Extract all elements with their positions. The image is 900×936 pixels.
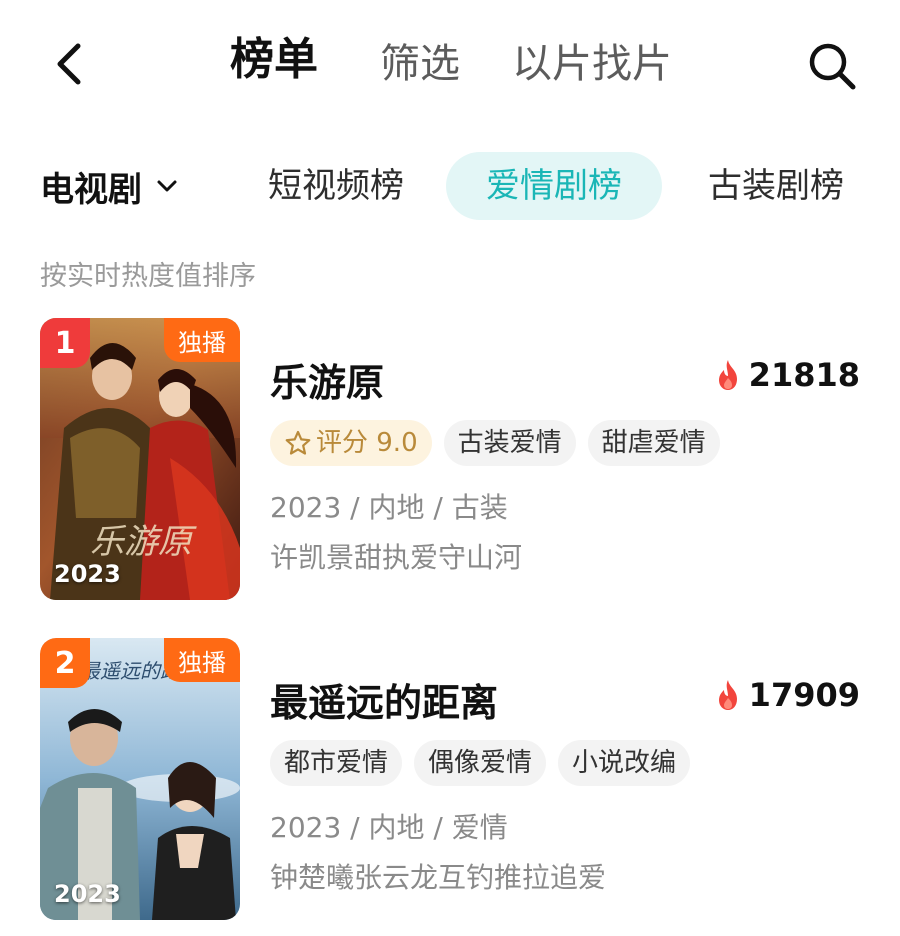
chevron-down-icon (157, 180, 177, 192)
poster-year: 2023 (54, 560, 121, 588)
heat-score: 17909 (715, 676, 860, 714)
item-title[interactable]: 最遥远的距离 (270, 672, 498, 727)
flame-icon (718, 680, 737, 710)
genre-tag[interactable]: 古装爱情 (443, 420, 576, 466)
item-meta: 2023 / 内地 / 爱情 (270, 811, 508, 844)
genre-tag[interactable]: 甜虐爱情 (587, 420, 720, 466)
category-dropdown[interactable]: 电视剧 (40, 158, 178, 214)
chevron-left-icon (57, 43, 81, 85)
chip-costume-ranking[interactable]: 古装剧榜 (668, 152, 884, 220)
category-row: 电视剧 短视频榜 爱情剧榜 古装剧榜 (0, 148, 900, 224)
tag-list: 评分 9.0 古装爱情 甜虐爱情 (270, 420, 720, 466)
list-item[interactable]: 乐游原 1 独播 2023 乐游原 21818 评分 9.0 古装爱情 甜虐爱情… (0, 318, 900, 604)
exclusive-badge: 独播 (164, 318, 240, 362)
tag-list: 都市爱情 偶像爱情 小说改编 (270, 740, 691, 786)
genre-tag[interactable]: 偶像爱情 (414, 740, 547, 786)
svg-text:乐游原: 乐游原 (90, 522, 197, 562)
top-nav: 榜单 筛选 以片找片 (0, 0, 900, 130)
chip-short-video-ranking[interactable]: 短视频榜 (228, 152, 444, 220)
item-meta: 2023 / 内地 / 古装 (270, 491, 508, 524)
rank-badge: 2 (40, 638, 90, 688)
genre-tag[interactable]: 都市爱情 (270, 740, 403, 786)
tab-find-by-clip[interactable]: 以片找片 (512, 38, 672, 90)
poster[interactable]: 最遥远的距离 2 独播 2023 (40, 638, 240, 920)
heat-score: 21818 (715, 356, 860, 394)
flame-icon (718, 360, 737, 390)
exclusive-badge: 独播 (164, 638, 240, 682)
item-title[interactable]: 乐游原 (270, 352, 384, 407)
rating-tag: 评分 9.0 (270, 420, 432, 466)
search-icon (809, 43, 856, 90)
search-button[interactable] (800, 34, 864, 98)
heat-value: 17909 (748, 676, 860, 714)
item-description: 许凯景甜执爱守山河 (270, 541, 523, 574)
heat-value: 21818 (748, 356, 860, 394)
star-outline-icon (285, 430, 311, 455)
rating-label: 评分 9.0 (316, 428, 418, 458)
chip-romance-ranking[interactable]: 爱情剧榜 (446, 152, 662, 220)
category-dropdown-label: 电视剧 (40, 169, 142, 210)
genre-tag[interactable]: 小说改编 (558, 740, 691, 786)
item-description: 钟楚曦张云龙互钓推拉追爱 (270, 861, 607, 894)
tab-ranking[interactable]: 榜单 (230, 34, 318, 86)
poster[interactable]: 乐游原 1 独播 2023 (40, 318, 240, 600)
sort-hint: 按实时热度值排序 (40, 261, 256, 292)
back-button[interactable] (44, 36, 94, 92)
list-item[interactable]: 最遥远的距离 2 独播 2023 最遥远的距离 17909 都市爱情 偶像爱情 … (0, 638, 900, 924)
rank-badge: 1 (40, 318, 90, 368)
tab-filter[interactable]: 筛选 (380, 38, 460, 90)
poster-year: 2023 (54, 880, 121, 908)
